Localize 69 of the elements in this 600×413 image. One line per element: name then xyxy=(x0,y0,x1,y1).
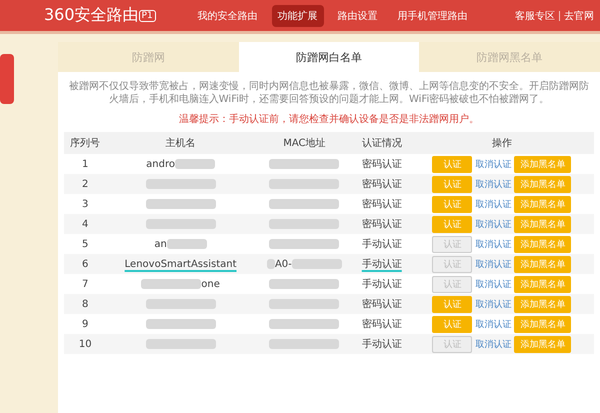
table-cell: 10 xyxy=(64,334,106,354)
table-cell: 2 xyxy=(64,174,106,194)
table-cell: 7 xyxy=(64,274,106,294)
auth-status: 手动认证 xyxy=(362,239,402,250)
warning-tip: 温馨提示：手动认证前，请您检查并确认设备是否是非法蹭网用户。 xyxy=(179,112,479,126)
header-link[interactable]: 去官网 xyxy=(564,8,594,22)
auth-status: 密码认证 xyxy=(362,219,402,230)
cancel-auth-link[interactable]: 取消认证 xyxy=(475,160,512,170)
table-cell: 5 xyxy=(64,234,106,254)
cancel-auth-link[interactable]: 取消认证 xyxy=(475,280,512,290)
table-cell: 8 xyxy=(64,294,106,314)
table-cell: 9 xyxy=(64,314,106,334)
cancel-auth-link[interactable]: 取消认证 xyxy=(475,320,512,330)
auth-status: 密码认证 xyxy=(362,319,402,330)
model-badge: P1 xyxy=(138,10,156,22)
cancel-auth-link[interactable]: 取消认证 xyxy=(475,240,512,250)
nav-item[interactable]: 路由设置 xyxy=(332,4,384,26)
add-blacklist-button[interactable]: 添加黑名单 xyxy=(514,216,572,232)
auth-status: 手动认证 xyxy=(362,339,402,350)
table-cell: 3 xyxy=(64,194,106,214)
header-link[interactable]: 客服专区 xyxy=(515,8,555,22)
router-logo: 360安全路由 xyxy=(44,5,139,26)
cancel-auth-link[interactable]: 取消认证 xyxy=(475,340,512,350)
add-blacklist-button[interactable]: 添加黑名单 xyxy=(514,256,572,272)
auth-status: 密码认证 xyxy=(362,159,402,170)
host-name: one xyxy=(201,278,220,290)
table-cell: 6 xyxy=(64,254,106,274)
add-blacklist-button[interactable]: 添加黑名单 xyxy=(514,196,572,212)
auth-button[interactable]: 认证 xyxy=(432,296,472,312)
add-blacklist-button[interactable]: 添加黑名单 xyxy=(514,336,572,352)
add-blacklist-button[interactable]: 添加黑名单 xyxy=(514,276,572,292)
column-header: 操作 xyxy=(410,132,594,154)
tab[interactable]: 防蹭网黑名单 xyxy=(419,42,600,72)
cancel-auth-link[interactable]: 取消认证 xyxy=(475,200,512,210)
add-blacklist-button[interactable]: 添加黑名单 xyxy=(514,236,572,252)
column-header: 序列号 xyxy=(64,132,106,154)
add-blacklist-button[interactable]: 添加黑名单 xyxy=(514,316,572,332)
host-name: andro xyxy=(146,158,175,170)
host-name: LenovoSmartAssistant xyxy=(124,258,237,270)
auth-status: 密码认证 xyxy=(362,299,402,310)
table-cell: 1 xyxy=(64,154,106,174)
add-blacklist-button[interactable]: 添加黑名单 xyxy=(514,296,572,312)
tab[interactable]: 防蹭网 xyxy=(58,42,239,72)
auth-button[interactable]: 认证 xyxy=(432,216,472,232)
cancel-auth-link[interactable]: 取消认证 xyxy=(475,300,512,310)
auth-button[interactable]: 认证 xyxy=(432,176,472,192)
column-header: MAC地址 xyxy=(254,132,354,154)
table-cell: 4 xyxy=(64,214,106,234)
auth-status: 手动认证 xyxy=(362,279,402,290)
description-text: 被蹭网不仅仅导致带宽被占，网速变慢，同时内网信息也被暴露，微信、微博、上网等信息变的不安全。开启防蹭网防火墙后，手机和电脑连入WiFi时，还需要回答预设的问题才能上网。WiFi密码被破也不怕被蹭网了。 xyxy=(68,80,590,106)
cancel-auth-link[interactable]: 取消认证 xyxy=(475,260,512,270)
cancel-auth-link[interactable]: 取消认证 xyxy=(475,180,512,190)
cancel-auth-link[interactable]: 取消认证 xyxy=(475,220,512,230)
tab[interactable]: 防蹭网白名单 xyxy=(238,42,420,72)
auth-button[interactable]: 认证 xyxy=(432,316,472,332)
auth-button[interactable]: 认证 xyxy=(432,156,472,172)
column-header: 主机名 xyxy=(106,132,255,154)
add-blacklist-button[interactable]: 添加黑名单 xyxy=(514,156,572,172)
host-name: an xyxy=(154,238,167,250)
mac-address: A0- xyxy=(274,258,292,270)
column-header: 认证情况 xyxy=(354,132,410,154)
auth-status: 手动认证 xyxy=(362,259,402,270)
add-blacklist-button[interactable]: 添加黑名单 xyxy=(514,176,572,192)
nav-item[interactable]: 用手机管理路由 xyxy=(392,4,474,26)
nav-item[interactable]: 功能扩展 xyxy=(272,4,324,26)
auth-status: 密码认证 xyxy=(362,179,402,190)
auth-button[interactable]: 认证 xyxy=(432,196,472,212)
auth-status: 密码认证 xyxy=(362,199,402,210)
nav-item[interactable]: 我的安全路由 xyxy=(192,4,264,26)
